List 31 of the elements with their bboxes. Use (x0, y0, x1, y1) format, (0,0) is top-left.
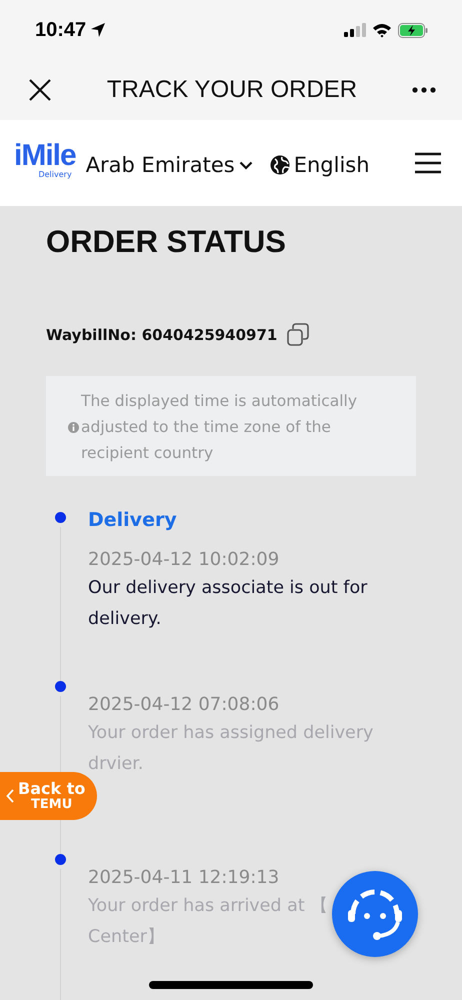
timeline-dot (54, 854, 66, 865)
language-selector[interactable]: English (268, 149, 370, 177)
copy-icon[interactable] (287, 323, 310, 347)
event-time: 2025-04-12 07:08:06 (88, 693, 280, 717)
wifi-icon (372, 22, 392, 38)
country-selector[interactable]: Arab Emirates (86, 149, 253, 177)
event-time: 2025-04-11 12:19:13 (88, 866, 280, 890)
support-chat-button[interactable] (331, 870, 419, 958)
close-icon[interactable] (28, 78, 52, 102)
event-description: Your order has arrived at 【 (88, 895, 328, 918)
timeline-dot (54, 681, 66, 692)
clock-time: 10:47 (35, 18, 86, 42)
logo[interactable]: iMile Delivery (14, 141, 76, 179)
event-description: Center】 (88, 926, 166, 949)
menu-icon[interactable] (414, 152, 442, 174)
page-title: TRACK YOUR ORDER (106, 76, 358, 104)
event-time: 2025-04-12 10:02:09 (88, 548, 280, 572)
event-status: Delivery (88, 508, 178, 532)
timeline-dot (54, 512, 66, 523)
battery-icon (398, 22, 428, 38)
event-description: Our delivery associate is out for delivery. (88, 577, 368, 631)
chevron-icon[interactable] (6, 789, 14, 803)
location-arrow-icon (90, 22, 106, 38)
notice-text: The displayed time is automatically adjusted to the time zone of the recipient country (81, 391, 358, 464)
caret-icon[interactable] (238, 160, 253, 170)
section-heading: ORDER STATUS (46, 224, 287, 260)
globe-icon[interactable] (268, 154, 291, 176)
waybill-number: WaybillNo: 6040425940971 (46, 326, 278, 344)
info-icon (68, 422, 79, 432)
more-icon[interactable] (412, 87, 436, 93)
signal-icon (344, 23, 366, 37)
